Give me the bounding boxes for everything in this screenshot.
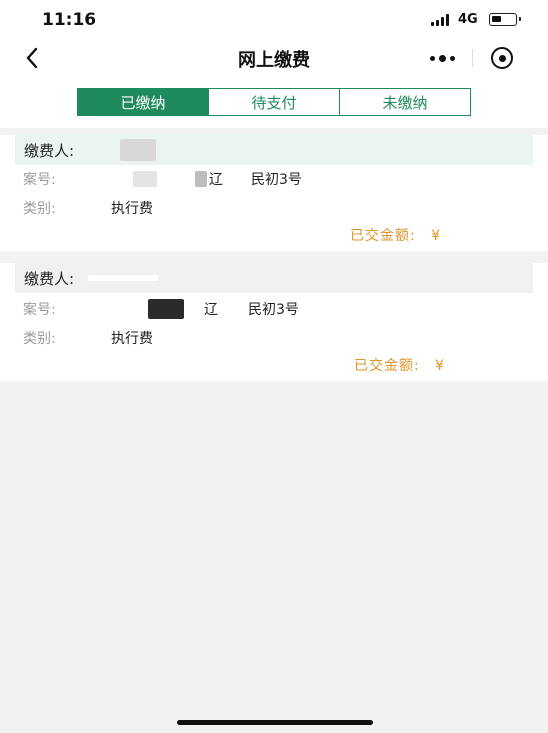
tab-paid[interactable]: 已缴纳: [78, 89, 208, 115]
case-number-redacted: [148, 299, 184, 319]
payment-record-card[interactable]: 缴费人: 案号: 辽 民初3号 类别: 执行费 已交金额: ¥: [0, 263, 548, 381]
home-indicator: [177, 720, 373, 725]
case-number-label: 案号:: [23, 302, 56, 318]
category-label: 类别:: [23, 201, 56, 217]
miniprogram-capsule: [412, 41, 532, 75]
close-target-icon: [491, 47, 513, 69]
category-row: 类别: 执行费: [23, 328, 153, 348]
paid-amount-label: 已交金额:: [354, 358, 420, 374]
payer-label: 缴费人:: [24, 269, 75, 288]
network-label: 4G: [458, 12, 478, 27]
paid-amount: 已交金额: ¥: [350, 225, 441, 245]
category-value: 执行费: [111, 201, 153, 217]
case-number-row: 案号: 辽 民初3号: [23, 169, 302, 189]
category-label: 类别:: [23, 331, 56, 347]
category-row: 类别: 执行费: [23, 198, 153, 218]
case-number-label: 案号:: [23, 172, 56, 188]
payer-label: 缴费人:: [24, 141, 75, 160]
payer-name-redacted: [120, 139, 157, 161]
payer-name-redacted: [88, 275, 159, 281]
payer-row: 缴费人:: [15, 263, 533, 293]
category-value: 执行费: [111, 331, 153, 347]
case-number-court: 辽: [204, 302, 218, 318]
case-number-redacted-2: [195, 171, 207, 187]
case-number-row: 案号: 辽 民初3号: [23, 299, 299, 319]
tab-pending-payment[interactable]: 待支付: [208, 89, 339, 115]
case-number-suffix: 民初3号: [251, 172, 302, 188]
paid-amount: 已交金额: ¥: [354, 355, 445, 375]
more-button[interactable]: [412, 41, 472, 75]
payment-record-card[interactable]: 缴费人: 案号: 辽 民初3号 类别: 执行费 已交金额: ¥: [0, 135, 548, 251]
payer-row: 缴费人:: [15, 135, 533, 165]
paid-amount-label: 已交金额:: [350, 228, 416, 244]
case-number-suffix: 民初3号: [248, 302, 299, 318]
status-tabs: 已缴纳 待支付 未缴纳: [77, 88, 471, 116]
more-icon: [429, 54, 455, 62]
case-number-court: 辽: [209, 172, 223, 188]
tab-unpaid[interactable]: 未缴纳: [339, 89, 470, 115]
case-number-redacted: [133, 171, 157, 187]
paid-amount-currency: ¥: [431, 228, 442, 244]
status-time: 11:16: [42, 10, 97, 30]
header-area: 11:16 4G 网上缴费 已缴纳 待支付 未缴纳: [0, 0, 548, 128]
signal-icon: [431, 14, 451, 26]
close-button[interactable]: [472, 41, 532, 75]
paid-amount-currency: ¥: [435, 358, 446, 374]
battery-icon: [489, 13, 521, 26]
